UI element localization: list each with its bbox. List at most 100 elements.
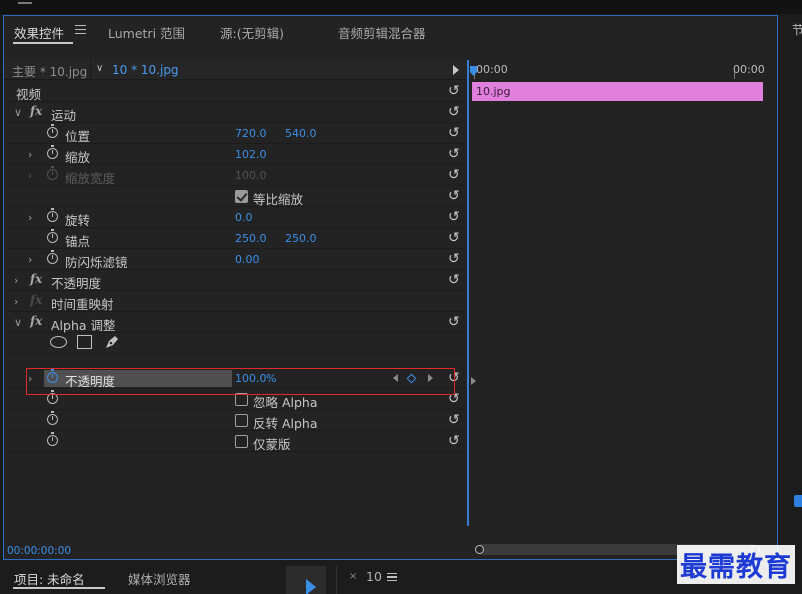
fx-icon[interactable]: fx <box>30 272 42 286</box>
position-x-value[interactable]: 720.0 <box>235 127 267 140</box>
close-icon[interactable]: × <box>349 571 357 582</box>
source-bar: 主要 * 10.jpg ∨ 10 * 10.jpg <box>4 60 466 80</box>
active-clip-label[interactable]: 10 * 10.jpg <box>112 63 179 77</box>
add-keyframe-icon[interactable] <box>406 373 417 384</box>
tab-audio-clip-mixer[interactable]: 音频剪辑混合器 <box>338 23 426 42</box>
effect-alpha-adjust: ∨ fx Alpha 调整 ↺ <box>4 312 466 333</box>
effect-motion: ∨ fx 运动 ↺ <box>4 102 466 123</box>
adjacent-panel-label[interactable]: 节 <box>792 21 802 38</box>
stopwatch-icon[interactable] <box>47 250 58 264</box>
scale-label: 缩放 <box>65 150 91 165</box>
property-position: 位置 720.0 540.0 ↺ <box>4 123 466 144</box>
fx-icon[interactable]: fx <box>30 314 42 328</box>
effect-controls-panel: 效果控件 Lumetri 范围 源:(无剪辑) 音频剪辑混合器 主要 * 10.… <box>3 15 778 560</box>
reset-icon[interactable]: ↺ <box>448 392 460 406</box>
reset-icon[interactable]: ↺ <box>448 105 460 119</box>
time-ruler[interactable]: 00:00 00:00 <box>470 60 777 80</box>
stopwatch-icon <box>47 166 58 180</box>
tab-sequence-10[interactable]: 10 <box>366 569 382 584</box>
top-strip <box>0 0 802 14</box>
stopwatch-icon[interactable] <box>47 390 58 404</box>
timeline-start-time: 00:00 <box>476 63 508 76</box>
reset-icon[interactable]: ↺ <box>448 315 460 329</box>
reset-icon[interactable]: ↺ <box>448 147 460 161</box>
stopwatch-icon[interactable] <box>47 432 58 446</box>
selection-tool-icon[interactable] <box>306 579 316 594</box>
expand-chevron-icon[interactable]: › <box>14 274 18 287</box>
panel-menu-icon[interactable] <box>75 25 86 34</box>
tab-lumetri-scopes[interactable]: Lumetri 范围 <box>108 23 185 42</box>
ellipse-mask-icon[interactable] <box>50 336 67 348</box>
scrollbar-left-handle[interactable] <box>475 545 484 554</box>
collapse-chevron-icon[interactable]: ∨ <box>14 106 22 119</box>
reset-icon[interactable]: ↺ <box>448 231 460 245</box>
reset-icon[interactable]: ↺ <box>448 434 460 448</box>
reset-icon[interactable]: ↺ <box>448 413 460 427</box>
scale-width-value: 100.0 <box>235 169 267 182</box>
current-timecode[interactable]: 00:00:00:00 <box>7 545 71 557</box>
reset-icon[interactable]: ↺ <box>448 252 460 266</box>
mask-only-checkbox[interactable] <box>235 435 248 448</box>
uniform-scale-checkbox[interactable] <box>235 190 248 203</box>
stopwatch-icon[interactable] <box>47 145 58 159</box>
expand-chevron-icon[interactable]: › <box>14 295 18 308</box>
video-section-label: 视频 <box>16 87 42 102</box>
stopwatch-icon[interactable] <box>47 208 58 222</box>
timeline-end-time: 00:00 <box>733 63 765 76</box>
alpha-opacity-value[interactable]: 100.0 <box>235 372 267 385</box>
reset-icon[interactable]: ↺ <box>448 273 460 287</box>
fx-icon[interactable]: fx <box>30 104 42 118</box>
reset-icon[interactable]: ↺ <box>448 210 460 224</box>
sequence-menu-icon[interactable] <box>387 573 397 581</box>
anchor-y-value[interactable]: 250.0 <box>285 232 317 245</box>
tab-media-browser[interactable]: 媒体浏览器 <box>128 569 191 588</box>
effect-list-pane: 主要 * 10.jpg ∨ 10 * 10.jpg 视频 ↺ ∨ fx 运动 ↺… <box>4 60 466 519</box>
position-y-value[interactable]: 540.0 <box>285 127 317 140</box>
invert-alpha-checkbox[interactable] <box>235 414 248 427</box>
property-rotation: › 旋转 0.0 ↺ <box>4 207 466 228</box>
app-mark <box>18 2 32 4</box>
expand-chevron-icon[interactable]: › <box>28 148 32 161</box>
scale-value[interactable]: 102.0 <box>235 148 267 161</box>
anti-flicker-value[interactable]: 0.00 <box>235 253 260 266</box>
stopwatch-icon[interactable] <box>47 369 58 383</box>
tab-effect-controls[interactable]: 效果控件 <box>14 23 64 42</box>
ignore-alpha-label: 忽略 Alpha <box>253 395 318 410</box>
reset-icon[interactable]: ↺ <box>448 189 460 203</box>
reset-icon[interactable]: ↺ <box>448 126 460 140</box>
expand-chevron-icon[interactable]: › <box>28 372 32 385</box>
tab-project[interactable]: 项目: 未命名 <box>14 569 85 588</box>
anti-flicker-label: 防闪烁滤镜 <box>65 255 128 270</box>
property-mask-only: 仅蒙版 ↺ <box>4 431 466 452</box>
active-tab-underline <box>13 587 105 589</box>
rectangle-mask-icon[interactable] <box>77 335 92 349</box>
scale-width-label: 缩放宽度 <box>65 171 116 186</box>
collapse-chevron-icon[interactable]: ∨ <box>14 316 22 329</box>
prev-keyframe-icon[interactable] <box>393 374 398 382</box>
stopwatch-icon[interactable] <box>47 229 58 243</box>
master-clip-label[interactable]: 主要 * 10.jpg <box>12 63 87 80</box>
mini-timeline: 00:00 00:00 10.jpg <box>470 60 777 555</box>
pane-divider[interactable] <box>467 60 469 526</box>
property-anchor-point: 锚点 250.0 250.0 ↺ <box>4 228 466 249</box>
stopwatch-icon[interactable] <box>47 124 58 138</box>
pen-icon[interactable] <box>104 334 120 350</box>
alpha-opacity-unit: % <box>266 372 277 385</box>
watermark-logo: 最需教育 <box>677 545 795 584</box>
ignore-alpha-checkbox[interactable] <box>235 393 248 406</box>
expand-chevron-icon[interactable]: › <box>28 211 32 224</box>
clip-bar[interactable]: 10.jpg <box>472 82 763 101</box>
reset-icon[interactable]: ↺ <box>448 371 460 385</box>
invert-alpha-label: 反转 Alpha <box>253 416 318 431</box>
stopwatch-icon[interactable] <box>47 411 58 425</box>
reset-icon[interactable]: ↺ <box>448 84 460 98</box>
rotation-value[interactable]: 0.0 <box>235 211 253 224</box>
expand-chevron-icon[interactable]: › <box>28 253 32 266</box>
next-keyframe-icon[interactable] <box>428 374 433 382</box>
anchor-x-value[interactable]: 250.0 <box>235 232 267 245</box>
effect-opacity: › fx 不透明度 ↺ <box>4 270 466 291</box>
clip-dropdown-chevron-icon[interactable]: ∨ <box>96 63 103 74</box>
tab-source[interactable]: 源:(无剪辑) <box>220 23 284 42</box>
show-timeline-arrow-icon[interactable] <box>453 65 459 75</box>
reset-icon[interactable]: ↺ <box>448 168 460 182</box>
